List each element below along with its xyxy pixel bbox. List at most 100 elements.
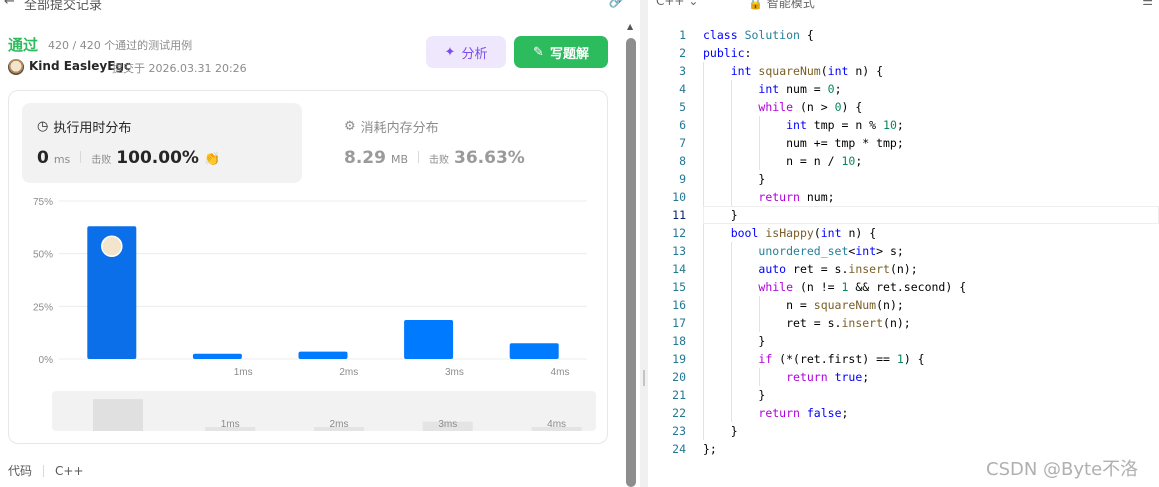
avatar[interactable] [8, 59, 24, 75]
chart-range-brush[interactable]: 1ms 2ms 3ms 4ms [52, 391, 596, 431]
runtime-unit: ms [53, 153, 71, 166]
bar-3ms[interactable] [404, 320, 454, 359]
runtime-value-row: 0 ms 击败 100.00% 👏 [37, 148, 220, 168]
code-line[interactable]: 9 } [648, 170, 1159, 188]
smart-mode-toggle[interactable]: 🔒 智能模式 [748, 0, 815, 11]
code-line[interactable]: 12 bool isHappy(int n) { [648, 224, 1159, 242]
separator [43, 464, 45, 477]
runtime-beat-pct: 100.00% [116, 148, 199, 168]
bar-4ms[interactable] [509, 343, 559, 359]
code-line[interactable]: 20 return true; [648, 368, 1159, 386]
brush-label: 2ms [330, 419, 349, 430]
code-editor[interactable]: C++ ⌄ 🔒 智能模式 ☰ 1 class Solution { 2 public:… [648, 0, 1159, 487]
code-text[interactable]: n = n / 10; [703, 152, 862, 170]
y-tick-label: 50% [33, 250, 53, 261]
link-icon[interactable]: 🔗 [609, 0, 625, 9]
code-text[interactable]: auto ret = s.insert(n); [703, 260, 917, 278]
scrollbar[interactable] [626, 38, 636, 487]
brush-label: 3ms [438, 419, 457, 430]
code-line[interactable]: 10 return num; [648, 188, 1159, 206]
y-tick-label: 0% [39, 355, 54, 366]
code-line[interactable]: 2 public: [648, 44, 1159, 62]
arrow-left-icon[interactable]: ← [4, 0, 15, 9]
code-text[interactable]: while (n > 0) { [703, 98, 862, 116]
code-lines[interactable]: 1 class Solution { 2 public: 3 int squareNum… [648, 26, 1159, 458]
code-text[interactable]: } [703, 386, 765, 404]
memory-beat-label: 击败 [429, 155, 449, 166]
runtime-tab[interactable]: ◷ 执行用时分布 0 ms 击败 100.00% 👏 [22, 103, 302, 183]
runtime-distribution-chart[interactable]: 0% 25% 50% 75% 1ms 2ms 3ms 4ms [9, 191, 609, 381]
memory-tab[interactable]: ⚙ 消耗内存分布 8.29 MB 击败 36.63% [329, 103, 589, 183]
code-text[interactable]: return num; [703, 188, 834, 206]
memory-title: 消耗内存分布 [360, 121, 439, 136]
panel-resizer[interactable] [640, 0, 648, 487]
resize-grip[interactable] [643, 370, 645, 386]
code-text[interactable]: int tmp = n % 10; [703, 116, 904, 134]
code-line[interactable]: 22 return false; [648, 404, 1159, 422]
code-text[interactable]: while (n != 1 && ret.second) { [703, 278, 966, 296]
code-text[interactable]: ret = s.insert(n); [703, 314, 911, 332]
code-line[interactable]: 23 } [648, 422, 1159, 440]
editor-header: C++ ⌄ 🔒 智能模式 ☰ [648, 0, 1159, 12]
all-submissions-link[interactable]: 全部提交记录 [24, 0, 102, 13]
code-line[interactable]: 15 while (n != 1 && ret.second) { [648, 278, 1159, 296]
code-line[interactable]: 3 int squareNum(int n) { [648, 62, 1159, 80]
code-text[interactable]: if (*(ret.first) == 1) { [703, 350, 924, 368]
code-text[interactable]: num += tmp * tmp; [703, 134, 904, 152]
scroll-up-icon[interactable]: ▲ [627, 22, 635, 32]
line-number: 15 [672, 280, 686, 294]
code-line[interactable]: 17 ret = s.insert(n); [648, 314, 1159, 332]
code-text[interactable]: class Solution { [703, 26, 814, 44]
code-line[interactable]: 14 auto ret = s.insert(n); [648, 260, 1159, 278]
code-line[interactable]: 13 unordered_set<int> s; [648, 242, 1159, 260]
code-text[interactable]: int squareNum(int n) { [703, 62, 883, 80]
code-text[interactable]: return true; [703, 368, 869, 386]
code-line[interactable]: 16 n = squareNum(n); [648, 296, 1159, 314]
code-line[interactable]: 4 int num = 0; [648, 80, 1159, 98]
menu-icon[interactable]: ☰ [1142, 0, 1153, 8]
write-solution-button[interactable]: ✎ 写题解 [514, 36, 608, 68]
line-number: 6 [679, 118, 686, 132]
code-line[interactable]: 6 int tmp = n % 10; [648, 116, 1159, 134]
runtime-value: 0 [37, 148, 49, 168]
code-text[interactable]: } [703, 422, 738, 440]
language-select[interactable]: C++ ⌄ [656, 0, 698, 8]
bar-2ms[interactable] [298, 351, 348, 359]
code-text[interactable]: int num = 0; [703, 80, 841, 98]
memory-value-row: 8.29 MB 击败 36.63% [344, 148, 525, 168]
code-label: 代码 [8, 464, 33, 478]
clap-icon: 👏 [203, 152, 221, 167]
code-line[interactable]: 7 num += tmp * tmp; [648, 134, 1159, 152]
line-number: 19 [672, 352, 686, 366]
write-solution-label: 写题解 [549, 46, 589, 62]
clock-icon: ◷ [37, 119, 49, 134]
code-line[interactable]: 1 class Solution { [648, 26, 1159, 44]
code-line[interactable]: 18 } [648, 332, 1159, 350]
code-line[interactable]: 11 } [648, 206, 1159, 224]
code-text[interactable]: } [703, 206, 738, 224]
runtime-title: 执行用时分布 [53, 121, 132, 136]
watermark: CSDN @Byte不洛 [986, 459, 1139, 480]
code-line[interactable]: 19 if (*(ret.first) == 1) { [648, 350, 1159, 368]
submission-panel: ← 全部提交记录 🔗 通过 420 / 420 个通过的测试用例 Kind Ea… [0, 0, 637, 487]
bar-1ms[interactable] [192, 353, 242, 359]
user-marker-avatar [101, 235, 123, 258]
y-tick-label: 75% [33, 197, 53, 208]
submission-status: 通过 [8, 36, 39, 54]
code-text[interactable]: n = squareNum(n); [703, 296, 904, 314]
code-text[interactable]: }; [703, 440, 717, 458]
code-line[interactable]: 8 n = n / 10; [648, 152, 1159, 170]
line-number: 8 [679, 154, 686, 168]
code-text[interactable]: return false; [703, 404, 848, 422]
code-line[interactable]: 21 } [648, 386, 1159, 404]
code-text[interactable]: } [703, 170, 765, 188]
line-number: 4 [679, 82, 686, 96]
code-line[interactable]: 5 while (n > 0) { [648, 98, 1159, 116]
line-number: 2 [679, 46, 686, 60]
code-text[interactable]: unordered_set<int> s; [703, 242, 903, 260]
analyze-button[interactable]: ✦ 分析 [426, 36, 506, 68]
code-text[interactable]: } [703, 332, 765, 350]
code-text[interactable]: bool isHappy(int n) { [703, 224, 876, 242]
code-text[interactable]: public: [703, 44, 751, 62]
code-lang: C++ [55, 463, 84, 478]
